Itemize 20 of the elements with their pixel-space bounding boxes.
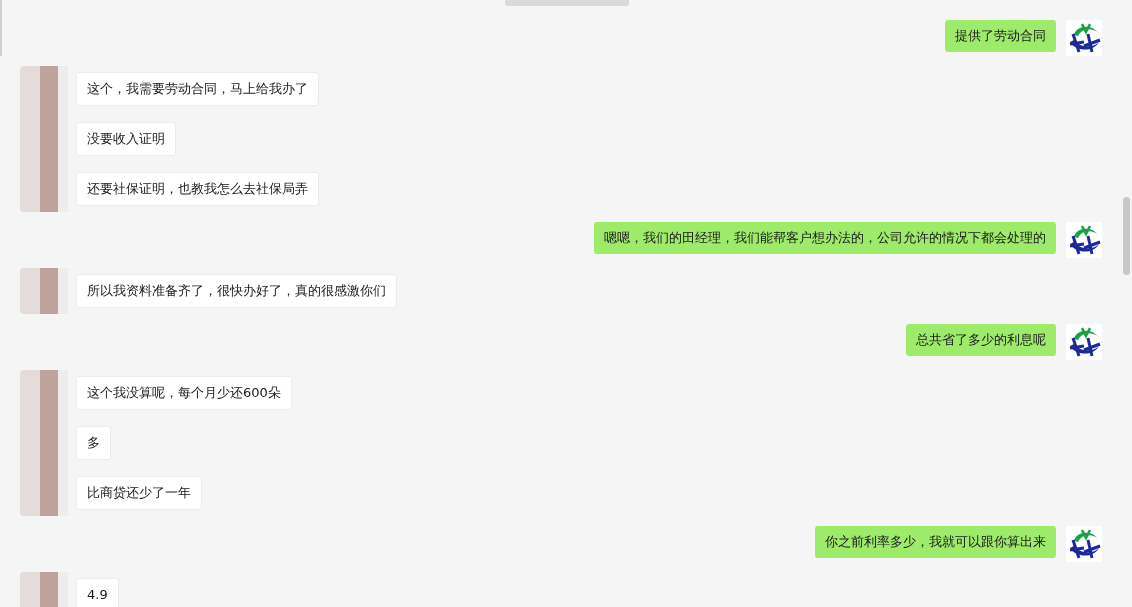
message-bubble: 总共省了多少的利息呢 [906,324,1056,356]
blurred-avatar [20,268,68,314]
window-edge [0,0,2,56]
message-bubble: 比商贷还少了一年 [76,476,202,510]
message-bubble: 这个我没算呢，每个月少还600朵 [76,376,292,410]
scrollbar[interactable] [1123,197,1130,275]
message-bubble: 所以我资料准备齐了，很快办好了，真的很感激你们 [76,274,397,308]
message-bubble: 还要社保证明，也教我怎么去社保局弄 [76,172,319,206]
logo-avatar-icon [1066,324,1102,360]
message-bubble: 这个，我需要劳动合同，马上给我办了 [76,72,319,106]
message-bubble: 多 [76,426,111,460]
message-bubble: 4.9 [76,578,119,607]
message-bubble: 你之前利率多少，我就可以跟你算出来 [815,526,1056,558]
logo-avatar-icon [1066,222,1102,258]
message-bubble: 提供了劳动合同 [945,20,1056,52]
blurred-avatar [20,572,68,607]
logo-avatar-icon [1066,20,1102,56]
message-bubble: 嗯嗯，我们的田经理，我们能帮客户想办法的，公司允许的情况下都会处理的 [594,222,1056,254]
logo-avatar-icon [1066,526,1102,562]
message-bubble: 没要收入证明 [76,122,176,156]
